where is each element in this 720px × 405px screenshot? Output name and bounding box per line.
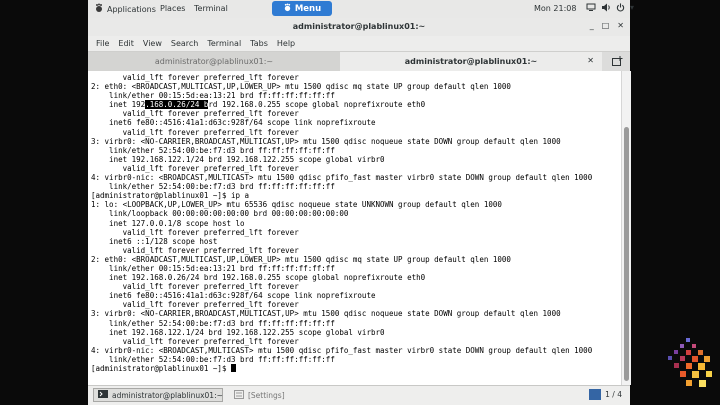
applications-menu[interactable]: Applications	[94, 3, 156, 15]
terminal-scrollbar[interactable]	[621, 71, 631, 385]
workspace-pager[interactable]: 1 / 4	[589, 389, 622, 400]
window-controls: _ □ ✕	[590, 21, 624, 30]
network-icon	[586, 3, 596, 14]
terminal-text-rest: rd 192.168.0.255 scope global noprefixro…	[91, 100, 593, 364]
top-bar: Applications Places Terminal Menu Mon 21…	[88, 0, 634, 19]
system-tray[interactable]: ▾	[586, 3, 634, 14]
scrollbar-thumb[interactable]	[624, 127, 629, 381]
menu-help[interactable]: Help	[277, 39, 295, 48]
menu-edit[interactable]: Edit	[118, 39, 134, 48]
foot-icon	[94, 3, 104, 15]
terminal-icon	[98, 390, 108, 400]
tab-2-label: administrator@plablinux01:~	[404, 57, 538, 66]
menu-tabs[interactable]: Tabs	[250, 39, 268, 48]
terminal-cursor	[230, 364, 236, 372]
bottom-taskbar: administrator@plablinux01:~ [Settings] 1…	[88, 385, 630, 405]
corner-logo	[652, 336, 718, 400]
applications-label: Applications	[107, 4, 156, 14]
menu-file[interactable]: File	[96, 39, 109, 48]
menu-view[interactable]: View	[143, 39, 162, 48]
menu-bar: File Edit View Search Terminal Tabs Help	[88, 36, 630, 52]
window-title: administrator@plablinux01:~	[292, 22, 426, 31]
gnome-foot-icon	[283, 2, 292, 15]
tab-2-active[interactable]: administrator@plablinux01:~ ✕	[340, 52, 602, 71]
taskbar-item-terminal[interactable]: administrator@plablinux01:~	[93, 388, 223, 402]
terminal-selection: .168.0.26/24 b	[145, 100, 209, 110]
taskbar-item-label: [Settings]	[248, 390, 285, 400]
menu-button[interactable]: Menu	[272, 1, 332, 16]
workspace-indicator	[589, 389, 602, 400]
chevron-down-icon: ▾	[630, 3, 635, 12]
window-titlebar[interactable]: administrator@plablinux01:~ _ □ ✕	[88, 18, 630, 36]
terminal-output[interactable]: valid_lft forever preferred_lft forever …	[88, 71, 621, 385]
menu-label: Menu	[294, 3, 322, 14]
new-tab-icon	[611, 55, 623, 68]
maximize-icon[interactable]: □	[602, 21, 610, 30]
power-icon	[616, 3, 625, 14]
taskbar-item-label: administrator@plablinux01:~	[112, 390, 223, 400]
workspace-count: 1 / 4	[605, 390, 622, 399]
tab-1[interactable]: administrator@plablinux01:~	[88, 52, 341, 71]
clock[interactable]: Mon 21:08	[534, 4, 576, 13]
settings-icon	[234, 389, 244, 401]
volume-icon	[601, 3, 611, 14]
tab-1-label: administrator@plablinux01:~	[154, 57, 274, 66]
tab-bar: administrator@plablinux01:~ administrato…	[88, 52, 630, 72]
new-tab-button[interactable]	[606, 53, 628, 70]
terminal-prompt: [administrator@plablinux01 ~]$	[91, 364, 231, 373]
taskbar-item-settings[interactable]: [Settings]	[230, 388, 360, 402]
minimize-icon[interactable]: _	[590, 21, 594, 30]
menu-search[interactable]: Search	[171, 39, 198, 48]
menu-terminal[interactable]: Terminal	[207, 39, 241, 48]
places-menu[interactable]: Places	[160, 4, 185, 13]
terminal-app-menu[interactable]: Terminal	[194, 4, 228, 13]
close-tab-icon[interactable]: ✕	[587, 56, 594, 65]
close-icon[interactable]: ✕	[617, 21, 624, 30]
